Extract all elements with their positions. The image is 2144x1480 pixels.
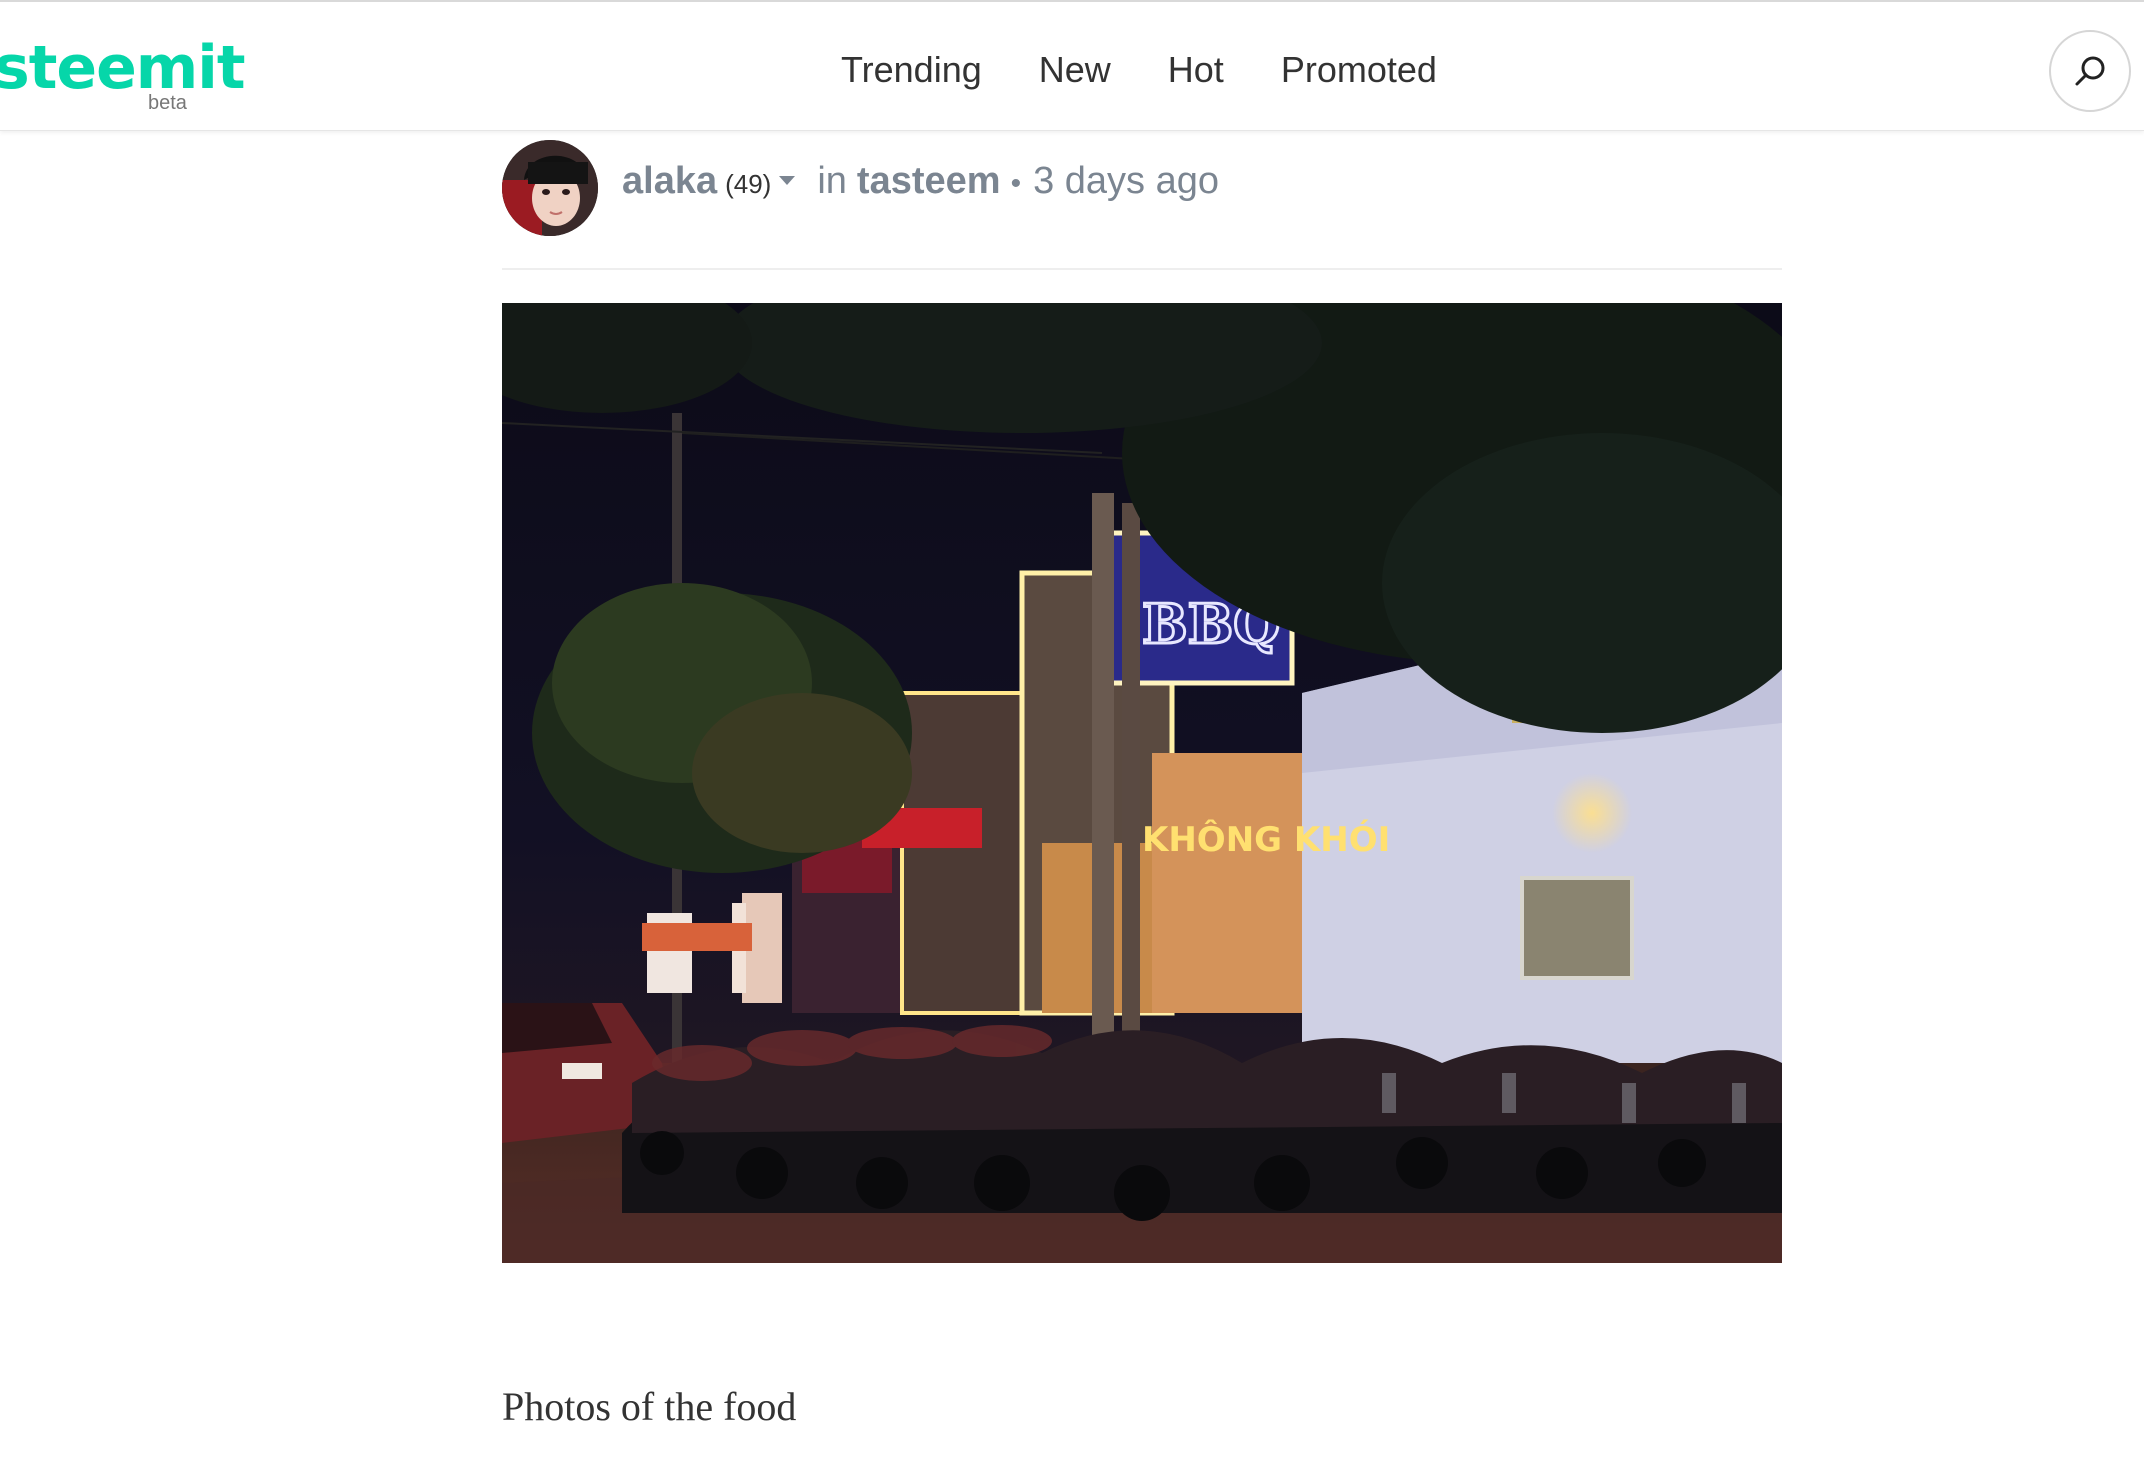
nav-new[interactable]: New (1039, 49, 1111, 91)
khong-khoi-sign: KHÔNG KHÓI (1142, 819, 1390, 860)
post-time[interactable]: 3 days ago (1033, 160, 1219, 203)
meta-separator: • (1010, 167, 1022, 200)
author-name[interactable]: alaka (622, 160, 717, 203)
top-header: steemit beta Trending New Hot Promoted (0, 0, 2144, 131)
steemit-logo[interactable]: steemit (0, 32, 246, 104)
post-body-paragraph: Photos of the food (502, 1384, 797, 1429)
nav-trending[interactable]: Trending (841, 49, 982, 91)
search-button[interactable] (2049, 30, 2131, 112)
nav-hot[interactable]: Hot (1168, 49, 1224, 91)
avatar-image (502, 140, 598, 236)
author-reputation: (49) (725, 169, 772, 199)
author-dropdown-icon[interactable] (779, 176, 796, 185)
main-nav: Trending New Hot Promoted (841, 44, 1437, 96)
in-label: in (817, 160, 847, 202)
avatar[interactable] (502, 140, 598, 236)
search-icon (2075, 56, 2105, 86)
category-link[interactable]: tasteem (857, 160, 1001, 203)
beta-badge: beta (148, 92, 187, 114)
post-image: BBQ KHÔNG KHÓI (502, 303, 1782, 1263)
nav-promoted[interactable]: Promoted (1281, 49, 1437, 91)
post-meta: alaka (49) in tasteem • 3 days ago (622, 160, 1219, 216)
post-author-row: alaka (49) in tasteem • 3 days ago (502, 140, 1782, 270)
